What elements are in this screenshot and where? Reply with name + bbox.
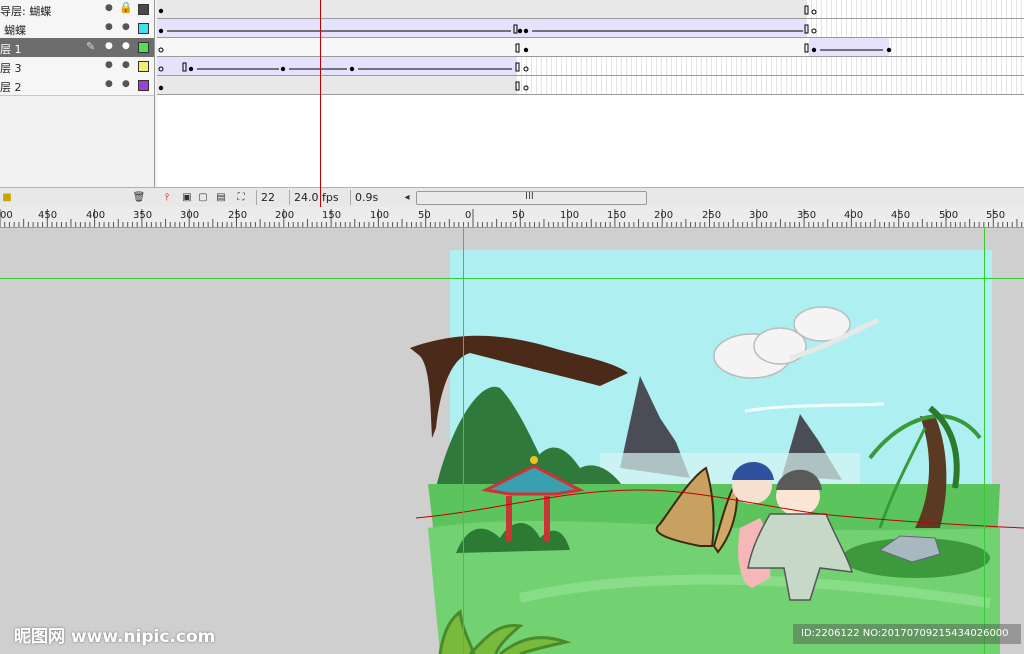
frame-span[interactable] bbox=[157, 0, 807, 18]
new-folder-icon[interactable]: ■ bbox=[0, 191, 14, 204]
ruler-label: 200 bbox=[654, 210, 674, 221]
visibility-dot[interactable]: ● bbox=[105, 22, 113, 32]
lock-dot[interactable]: ● bbox=[122, 60, 130, 70]
lock-icon[interactable]: 🔒 bbox=[119, 1, 133, 14]
layer-color-swatch[interactable] bbox=[138, 80, 149, 91]
scroll-left-icon[interactable]: ◂ bbox=[400, 191, 414, 204]
elapsed-time: 0.9s bbox=[350, 190, 395, 205]
stage-workspace[interactable] bbox=[0, 228, 1024, 654]
frame-tracks[interactable] bbox=[157, 0, 1024, 187]
ruler-label: 400 bbox=[86, 210, 106, 221]
keyframe[interactable] bbox=[158, 85, 164, 91]
ruler-label: 350 bbox=[133, 210, 153, 221]
ruler-label: 250 bbox=[228, 210, 248, 221]
keyframe[interactable] bbox=[188, 66, 194, 72]
layer-color-swatch[interactable] bbox=[138, 23, 149, 34]
frame-span[interactable] bbox=[157, 76, 517, 94]
keyframe[interactable] bbox=[523, 47, 529, 53]
ruler-label: 250 bbox=[702, 210, 722, 221]
keyframe[interactable] bbox=[811, 47, 817, 53]
ruler-label: 450 bbox=[891, 210, 911, 221]
visibility-dot[interactable]: ● bbox=[105, 3, 113, 13]
ruler-label: 00 bbox=[0, 210, 13, 221]
edit-multiple-frames-icon[interactable]: ▤ bbox=[214, 191, 228, 204]
visibility-dot[interactable]: ● bbox=[105, 41, 113, 51]
ruler-label: 0 bbox=[465, 210, 472, 221]
vertical-guide[interactable] bbox=[463, 228, 464, 654]
ruler-label: 100 bbox=[560, 210, 580, 221]
keyframe[interactable] bbox=[523, 28, 529, 34]
trash-icon[interactable]: 🗑 bbox=[132, 191, 146, 204]
keyframe[interactable] bbox=[349, 66, 355, 72]
keyframe[interactable] bbox=[158, 8, 164, 14]
layer-color-swatch[interactable] bbox=[138, 61, 149, 72]
ruler-label: 500 bbox=[939, 210, 959, 221]
layer-name: 导层: 蝴蝶 bbox=[0, 5, 52, 18]
keyframe[interactable] bbox=[886, 47, 892, 53]
vertical-guide[interactable] bbox=[984, 228, 985, 654]
motion-tween[interactable] bbox=[809, 38, 889, 56]
visibility-dot[interactable]: ● bbox=[105, 79, 113, 89]
frame-grid[interactable] bbox=[157, 0, 1024, 187]
layer-row-2[interactable]: 层 2 ● ● bbox=[0, 76, 154, 96]
watermark-id: ID:2206122 NO:20170709215434026000 bbox=[793, 624, 1021, 644]
keyframe[interactable] bbox=[158, 28, 164, 34]
watermark-logo: 昵图网 www.nipic.com bbox=[14, 627, 216, 647]
frame-span[interactable] bbox=[157, 38, 807, 56]
timeline-panel: 导层: 蝴蝶 ● 🔒 蝴蝶 ● ● 层 1 ✎ ● ● 层 3 ● ● 层 2 … bbox=[0, 0, 1024, 208]
stage-canvas[interactable] bbox=[0, 228, 1024, 654]
center-frame-icon[interactable]: ⫯ bbox=[160, 191, 174, 204]
current-frame: 22 bbox=[256, 190, 291, 205]
ruler-label: 50 bbox=[418, 210, 431, 221]
ruler-label: 200 bbox=[275, 210, 295, 221]
ruler-label: 150 bbox=[607, 210, 627, 221]
layer-row-1[interactable]: 层 1 ✎ ● ● bbox=[0, 38, 154, 58]
keyframe[interactable] bbox=[517, 28, 523, 34]
playhead[interactable] bbox=[320, 0, 321, 207]
ruler-label: 300 bbox=[180, 210, 200, 221]
onion-outline-icon[interactable]: ▢ bbox=[196, 191, 210, 204]
lock-dot[interactable]: ● bbox=[122, 22, 130, 32]
layer-list: 导层: 蝴蝶 ● 🔒 蝴蝶 ● ● 层 1 ✎ ● ● 层 3 ● ● 层 2 … bbox=[0, 0, 155, 187]
horizontal-ruler: 00 450 400 350 300 250 200 150 100 50 0 … bbox=[0, 207, 1024, 228]
ruler-label: 350 bbox=[797, 210, 817, 221]
lock-dot[interactable]: ● bbox=[122, 79, 130, 89]
layer-row-3[interactable]: 层 3 ● ● bbox=[0, 57, 154, 77]
ruler-label: 50 bbox=[512, 210, 525, 221]
layer-row-guide[interactable]: 导层: 蝴蝶 ● 🔒 bbox=[0, 0, 154, 20]
onion-skin-icon[interactable]: ▣ bbox=[180, 191, 194, 204]
layer-row-butterfly[interactable]: 蝴蝶 ● ● bbox=[0, 19, 154, 39]
pencil-icon: ✎ bbox=[86, 40, 96, 53]
ruler-label: 150 bbox=[322, 210, 342, 221]
motion-tween[interactable] bbox=[157, 57, 517, 75]
ruler-label: 100 bbox=[370, 210, 390, 221]
onion-markers-icon[interactable]: ⛶ bbox=[234, 191, 248, 204]
timeline-scrollbar[interactable]: III bbox=[416, 191, 647, 205]
layer-color-swatch[interactable] bbox=[138, 4, 149, 15]
scroll-grip[interactable]: III bbox=[525, 191, 534, 202]
layer-name: 层 3 bbox=[0, 62, 22, 75]
layer-name: 层 1 bbox=[0, 43, 22, 56]
horizontal-guide[interactable] bbox=[0, 278, 1024, 279]
layer-name: 层 2 bbox=[0, 81, 22, 94]
ruler-label: 400 bbox=[844, 210, 864, 221]
visibility-dot[interactable]: ● bbox=[105, 60, 113, 70]
ruler-label: 550 bbox=[986, 210, 1006, 221]
ruler-label: 450 bbox=[38, 210, 58, 221]
layer-name: 蝴蝶 bbox=[4, 24, 26, 37]
lock-dot[interactable]: ● bbox=[122, 41, 130, 51]
motion-tween[interactable] bbox=[157, 19, 807, 37]
keyframe[interactable] bbox=[280, 66, 286, 72]
ruler-label: 300 bbox=[749, 210, 769, 221]
layer-color-swatch[interactable] bbox=[138, 42, 149, 53]
